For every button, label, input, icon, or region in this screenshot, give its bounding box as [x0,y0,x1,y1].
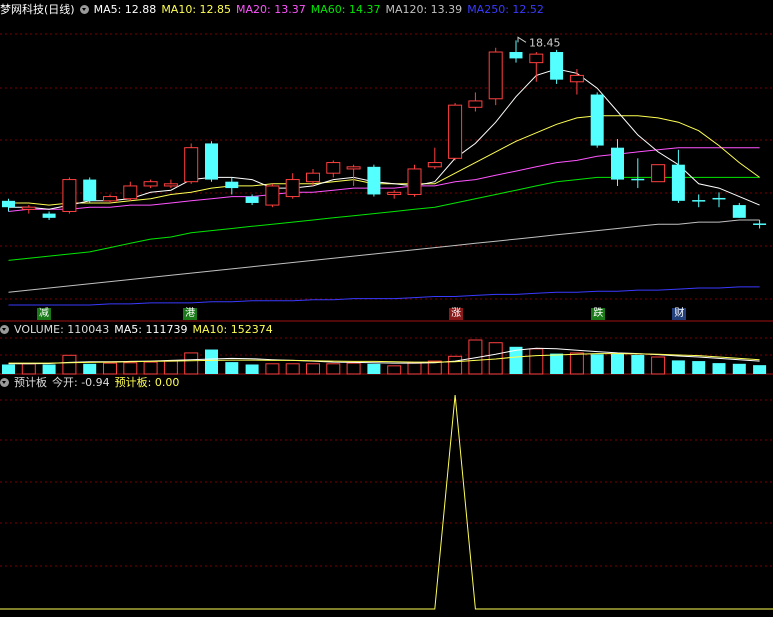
event-marker[interactable]: 涨 [449,308,464,320]
candle-body [62,179,77,212]
candle-body [367,166,381,195]
ma120-line [8,219,760,293]
candle-body [326,162,341,174]
candle-body [245,196,259,203]
candle-body [427,162,442,168]
candle-body [448,104,463,159]
candle-body [265,185,280,206]
event-marker[interactable]: 跌 [591,308,606,320]
candle-body [407,168,422,195]
ma60-line [8,176,760,261]
volume-bar [387,365,402,375]
candle-body [590,94,604,146]
volume-bar [62,354,77,375]
volume-bar [448,355,463,375]
volume-bar [753,365,767,374]
volume-bar [590,354,604,374]
candle-body [285,179,300,198]
candle-body [509,52,523,59]
volume-bar [651,356,666,375]
volume-bar [569,352,584,375]
candle-body [468,100,483,108]
candle-body [651,164,666,183]
event-marker[interactable]: 财 [672,308,687,320]
candle-body [21,206,36,210]
volume-bar [712,363,726,374]
volume-bar [123,362,138,375]
volume-bar [285,363,300,375]
volume-bar [671,360,685,374]
volume-bar [42,364,56,374]
volume-bar [407,362,422,375]
volume-bar [550,353,564,374]
candle-body [143,181,158,187]
volume-bar [367,363,381,374]
volume-bar [225,362,239,374]
volume-bar [631,354,645,374]
candle-body [123,185,138,200]
volume-bar [21,363,36,375]
candle-body [387,191,402,195]
volume-bar [732,363,746,374]
volume-bar [611,353,624,374]
candle-body [611,147,624,180]
volume-bar [346,362,361,375]
event-marker[interactable]: 减 [37,308,51,320]
candle-body [346,166,361,170]
volume-bar [103,362,117,375]
ma250-line [8,286,760,306]
candle-body [529,53,544,64]
candle-body [205,143,218,180]
volume-bar [529,348,544,375]
candle-body [42,213,56,218]
candle-body [83,179,97,201]
volume-bar [326,363,341,375]
candle-body [184,147,199,183]
stock-chart[interactable]: 18.45 [0,0,773,617]
candle-body [488,51,503,100]
event-marker[interactable]: 港 [183,308,198,320]
candle-body [103,196,117,202]
volume-bar [184,352,199,375]
candle-body [2,200,15,208]
candle-body [225,181,239,189]
candle-body [671,164,685,201]
volume-bar [205,349,218,374]
high-pointer [517,36,527,43]
volume-bar [83,363,97,374]
indicator-line [0,394,773,610]
volume-bar [245,364,259,374]
candle-body [550,52,564,80]
high-price-label: 18.45 [529,36,561,49]
volume-bar [692,361,706,374]
volume-bar [306,363,320,375]
candle-body [306,172,320,183]
volume-bar [265,363,280,375]
candle-body [732,205,746,218]
candle-body [163,183,178,187]
volume-bar [163,360,178,375]
volume-bar [2,364,15,374]
ma10-line [8,115,760,206]
volume-bar [143,361,158,375]
candle-body [569,74,584,83]
